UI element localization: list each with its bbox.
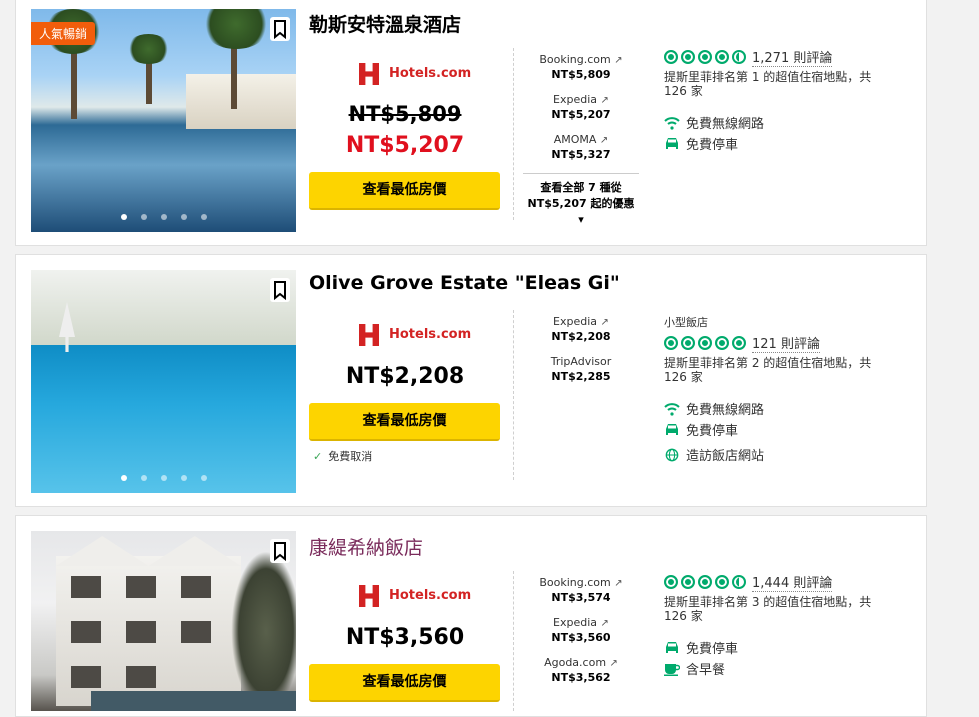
bookmark-icon[interactable] — [270, 17, 290, 41]
partner-offer[interactable]: Expedia ↗ NT$3,560 — [523, 616, 639, 644]
amenities: 免費無線網路 免費停車 — [664, 112, 904, 154]
review-count: 1,271 則評論 — [752, 47, 833, 67]
hotel-name[interactable]: Olive Grove Estate "Eleas Gi" — [309, 272, 620, 294]
original-price: NT$5,809 — [348, 102, 462, 126]
hotel-photo[interactable] — [31, 270, 296, 493]
check-icon: ✓ — [313, 450, 323, 463]
provider-logo[interactable]: Hotels.com — [359, 585, 471, 607]
partner-offer[interactable]: Expedia ↗ NT$5,207 — [523, 93, 639, 121]
caret-down-icon: ▾ — [578, 213, 584, 226]
hotel-photo[interactable]: 人氣暢銷 — [31, 9, 296, 232]
external-link-icon: ↗ — [609, 658, 618, 669]
rating-bubbles[interactable]: 1,444 則評論 — [664, 572, 904, 592]
property-type: 小型飯店 — [664, 316, 708, 329]
popular-badge: 人氣暢銷 — [31, 22, 96, 45]
provider-logo[interactable]: Hotels.com — [359, 63, 471, 85]
free-cancellation: ✓ 免費取消 — [313, 450, 373, 463]
external-link-icon: ↗ — [614, 578, 623, 589]
hotel-name[interactable]: 康緹希納飯店 — [309, 533, 423, 560]
wifi-icon — [664, 402, 680, 416]
deal-price: NT$2,208 — [345, 364, 465, 389]
ranking-text: 提斯里菲排名第 3 的超值住宿地點，共 126 家 — [664, 595, 872, 623]
provider-logo[interactable]: Hotels.com — [359, 324, 471, 346]
ranking-text: 提斯里菲排名第 1 的超值住宿地點，共 126 家 — [664, 70, 872, 98]
globe-icon — [665, 448, 679, 461]
view-all-deals-link[interactable]: 查看全部 7 種從 NT$5,207 起的優惠 ▾ — [523, 173, 639, 228]
hotel-card: 人氣暢銷 勒斯安特溫泉酒店 Hotels.com NT$5,809 NT$5,2… — [15, 0, 927, 246]
partner-list: Booking.com ↗ NT$3,574 Expedia ↗ NT$3,56… — [523, 576, 639, 696]
partner-offer[interactable]: Agoda.com ↗ NT$3,562 — [523, 656, 639, 684]
external-link-icon: ↗ — [599, 135, 609, 146]
visit-website-link[interactable]: 造訪飯店網站 — [664, 444, 904, 465]
hotel-info: 1,444 則評論 提斯里菲排名第 3 的超值住宿地點，共 126 家 免費停車 … — [664, 573, 904, 679]
hotel-photo[interactable] — [31, 531, 296, 711]
review-count: 1,444 則評論 — [752, 572, 833, 592]
partner-offer[interactable]: Booking.com ↗ NT$3,574 — [523, 576, 639, 604]
external-link-icon: ↗ — [600, 95, 609, 106]
partner-offer[interactable]: Expedia ↗ NT$2,208 — [523, 315, 639, 343]
hotel-info: 小型飯店 121 則評論 提斯里菲排名第 2 的超值住宿地點，共 126 家 免費… — [664, 314, 904, 465]
partner-offer[interactable]: TripAdvisor NT$2,285 — [523, 355, 639, 383]
deal-price: NT$5,207 — [345, 133, 465, 158]
hotel-name[interactable]: 勒斯安特溫泉酒店 — [309, 10, 461, 37]
hotel-card: 康緹希納飯店 Hotels.com NT$3,560 查看最低房價 Bookin… — [15, 515, 927, 717]
partner-offer[interactable]: Booking.com ↗ NT$5,809 — [523, 53, 639, 81]
external-link-icon: ↗ — [600, 618, 609, 629]
view-deal-button[interactable]: 查看最低房價 — [309, 403, 500, 441]
partner-offer[interactable]: AMOMA ↗ NT$5,327 — [523, 133, 639, 161]
car-icon — [666, 423, 678, 435]
view-deal-button[interactable]: 查看最低房價 — [309, 664, 500, 702]
partner-list: Booking.com ↗ NT$5,809 Expedia ↗ NT$5,20… — [523, 53, 639, 228]
bookmark-icon[interactable] — [270, 539, 290, 563]
amenities: 免費無線網路 免費停車 造訪飯店網站 — [664, 398, 904, 465]
photo-carousel-dots[interactable] — [31, 214, 296, 220]
review-count: 121 則評論 — [752, 333, 820, 353]
external-link-icon: ↗ — [600, 317, 609, 328]
hotel-card: Olive Grove Estate "Eleas Gi" Hotels.com… — [15, 254, 927, 507]
ranking-text: 提斯里菲排名第 2 的超值住宿地點，共 126 家 — [664, 356, 872, 384]
amenities: 免費停車 含早餐 — [664, 637, 904, 679]
wifi-icon — [664, 116, 680, 130]
car-icon — [666, 641, 678, 653]
breakfast-icon — [664, 663, 680, 676]
photo-carousel-dots[interactable] — [31, 475, 296, 481]
bookmark-icon[interactable] — [270, 278, 290, 302]
car-icon — [666, 137, 678, 149]
external-link-icon: ↗ — [614, 55, 623, 66]
rating-bubbles[interactable]: 121 則評論 — [664, 333, 904, 353]
deal-price: NT$3,560 — [345, 625, 465, 650]
hotel-info: 1,271 則評論 提斯里菲排名第 1 的超值住宿地點，共 126 家 免費無線網… — [664, 48, 904, 154]
partner-list: Expedia ↗ NT$2,208 TripAdvisor NT$2,285 — [523, 315, 639, 395]
rating-bubbles[interactable]: 1,271 則評論 — [664, 47, 904, 67]
view-deal-button[interactable]: 查看最低房價 — [309, 172, 500, 210]
